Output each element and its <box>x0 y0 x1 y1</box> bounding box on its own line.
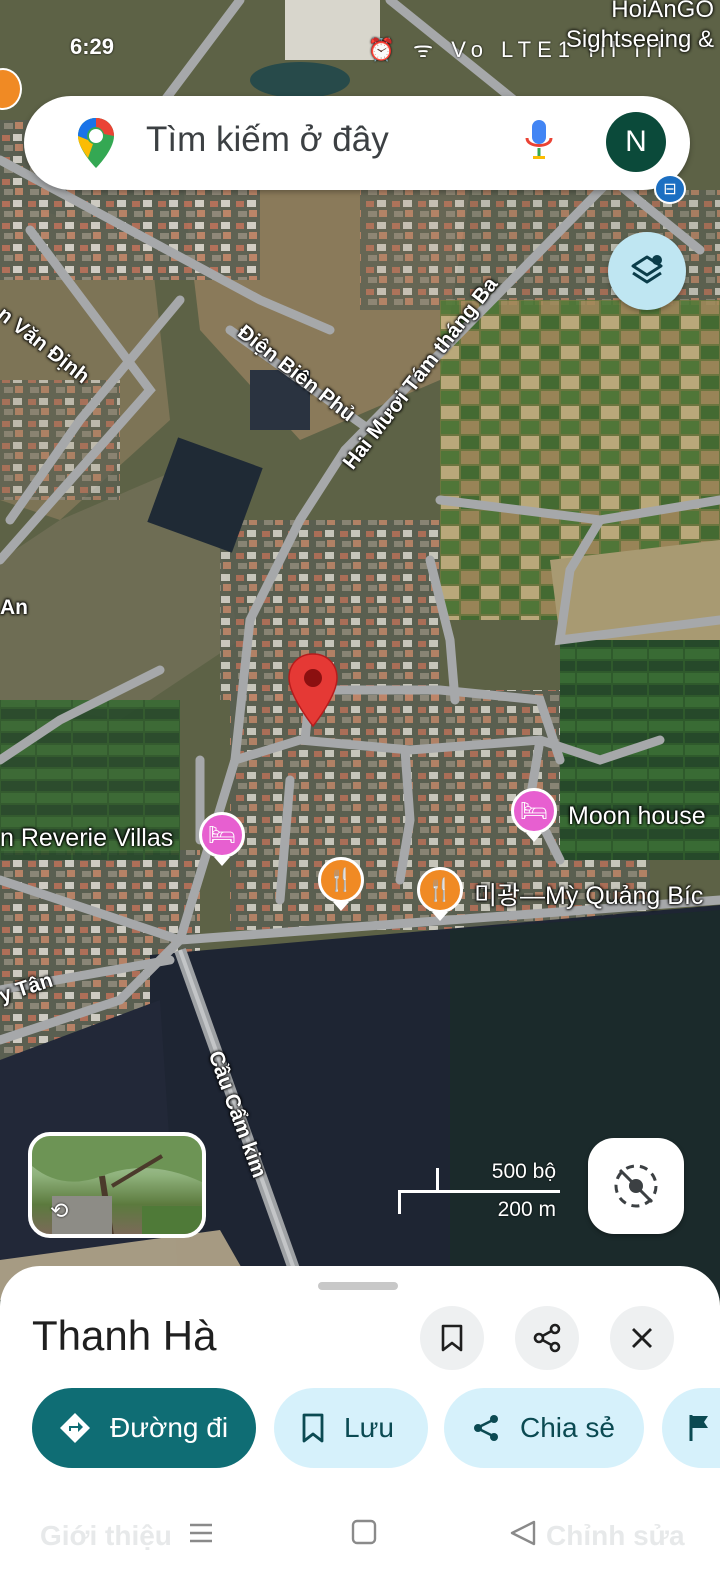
my-location-button[interactable] <box>588 1138 684 1234</box>
save-button[interactable]: Lưu <box>274 1388 428 1468</box>
scale-metric: 200 m <box>497 1198 556 1221</box>
save-icon-button[interactable] <box>420 1306 484 1370</box>
bed-icon[interactable]: 🛏 <box>511 788 557 834</box>
street-view-thumbnail[interactable]: ⟲ <box>28 1132 206 1238</box>
sheet-drag-handle[interactable] <box>318 1282 398 1290</box>
road-label: An <box>0 596 28 619</box>
close-button[interactable] <box>610 1306 674 1370</box>
layers-button[interactable] <box>608 232 686 310</box>
satellite-map[interactable]: 6:29 ⏰ ᯤ Vo LTE1 ıll ıll HoiAnGO Sightse… <box>0 0 720 1300</box>
close-icon <box>632 1328 652 1348</box>
share-label: Chia sẻ <box>520 1412 615 1443</box>
account-avatar[interactable]: N <box>606 112 666 172</box>
more-actions-button[interactable] <box>662 1388 720 1468</box>
directions-icon <box>58 1411 92 1445</box>
place-title: Thanh Hà <box>32 1312 217 1359</box>
poi-label[interactable]: n Reverie Villas <box>0 824 173 853</box>
recent-apps-icon[interactable] <box>186 1518 216 1553</box>
search-bar[interactable]: Tìm kiếm ở đây N <box>24 96 690 190</box>
rotate-360-icon: ⟲ <box>50 1198 69 1223</box>
system-navigation-bar: Giới thiệu Chỉnh sửa <box>0 1490 720 1582</box>
fork-knife-icon[interactable]: 🍴 <box>417 867 463 913</box>
poi-label[interactable]: 미광—Mỳ Quảng Bíc <box>474 876 703 912</box>
directions-button[interactable]: Đường đi <box>32 1388 256 1468</box>
poi-corner-label-1: HoiAnGO <box>611 0 714 23</box>
bookmark-icon <box>441 1324 463 1352</box>
share-icon <box>470 1412 502 1444</box>
fork-knife-icon[interactable]: 🍴 <box>318 857 364 903</box>
poi-corner-label-2: Sightseeing & <box>565 26 714 53</box>
google-maps-pin-icon <box>76 116 116 175</box>
search-placeholder[interactable]: Tìm kiếm ở đây <box>146 120 389 160</box>
layers-icon <box>631 255 663 284</box>
save-label: Lưu <box>344 1412 394 1443</box>
place-bottom-sheet[interactable]: Thanh Hà Đường đi Lưu Chia sẻ Giới thiệu… <box>0 1266 720 1582</box>
share-icon-button[interactable] <box>515 1306 579 1370</box>
location-off-icon <box>614 1164 658 1208</box>
faded-tab-overview: Giới thiệu <box>40 1520 172 1551</box>
status-time: 6:29 <box>70 34 115 59</box>
map-imagery <box>0 0 720 1300</box>
bed-icon[interactable]: 🛏 <box>199 812 245 858</box>
share-button[interactable]: Chia sẻ <box>444 1388 644 1468</box>
bus-stop-icon[interactable]: ⊟ <box>654 174 686 204</box>
microphone-icon[interactable] <box>524 118 554 167</box>
home-icon[interactable] <box>350 1518 378 1551</box>
faded-tab-edit: Chỉnh sửa <box>546 1520 685 1551</box>
poi-label[interactable]: Moon house <box>568 802 706 831</box>
location-pin-icon[interactable] <box>286 652 340 728</box>
bookmark-icon <box>300 1412 326 1444</box>
scale-bar: 500 bộ 200 m <box>398 1158 568 1221</box>
flag-icon <box>688 1413 710 1443</box>
directions-label: Đường đi <box>110 1412 229 1443</box>
share-icon <box>533 1323 561 1353</box>
scale-imperial: 500 bộ <box>491 1160 556 1183</box>
back-icon[interactable] <box>508 1518 538 1553</box>
